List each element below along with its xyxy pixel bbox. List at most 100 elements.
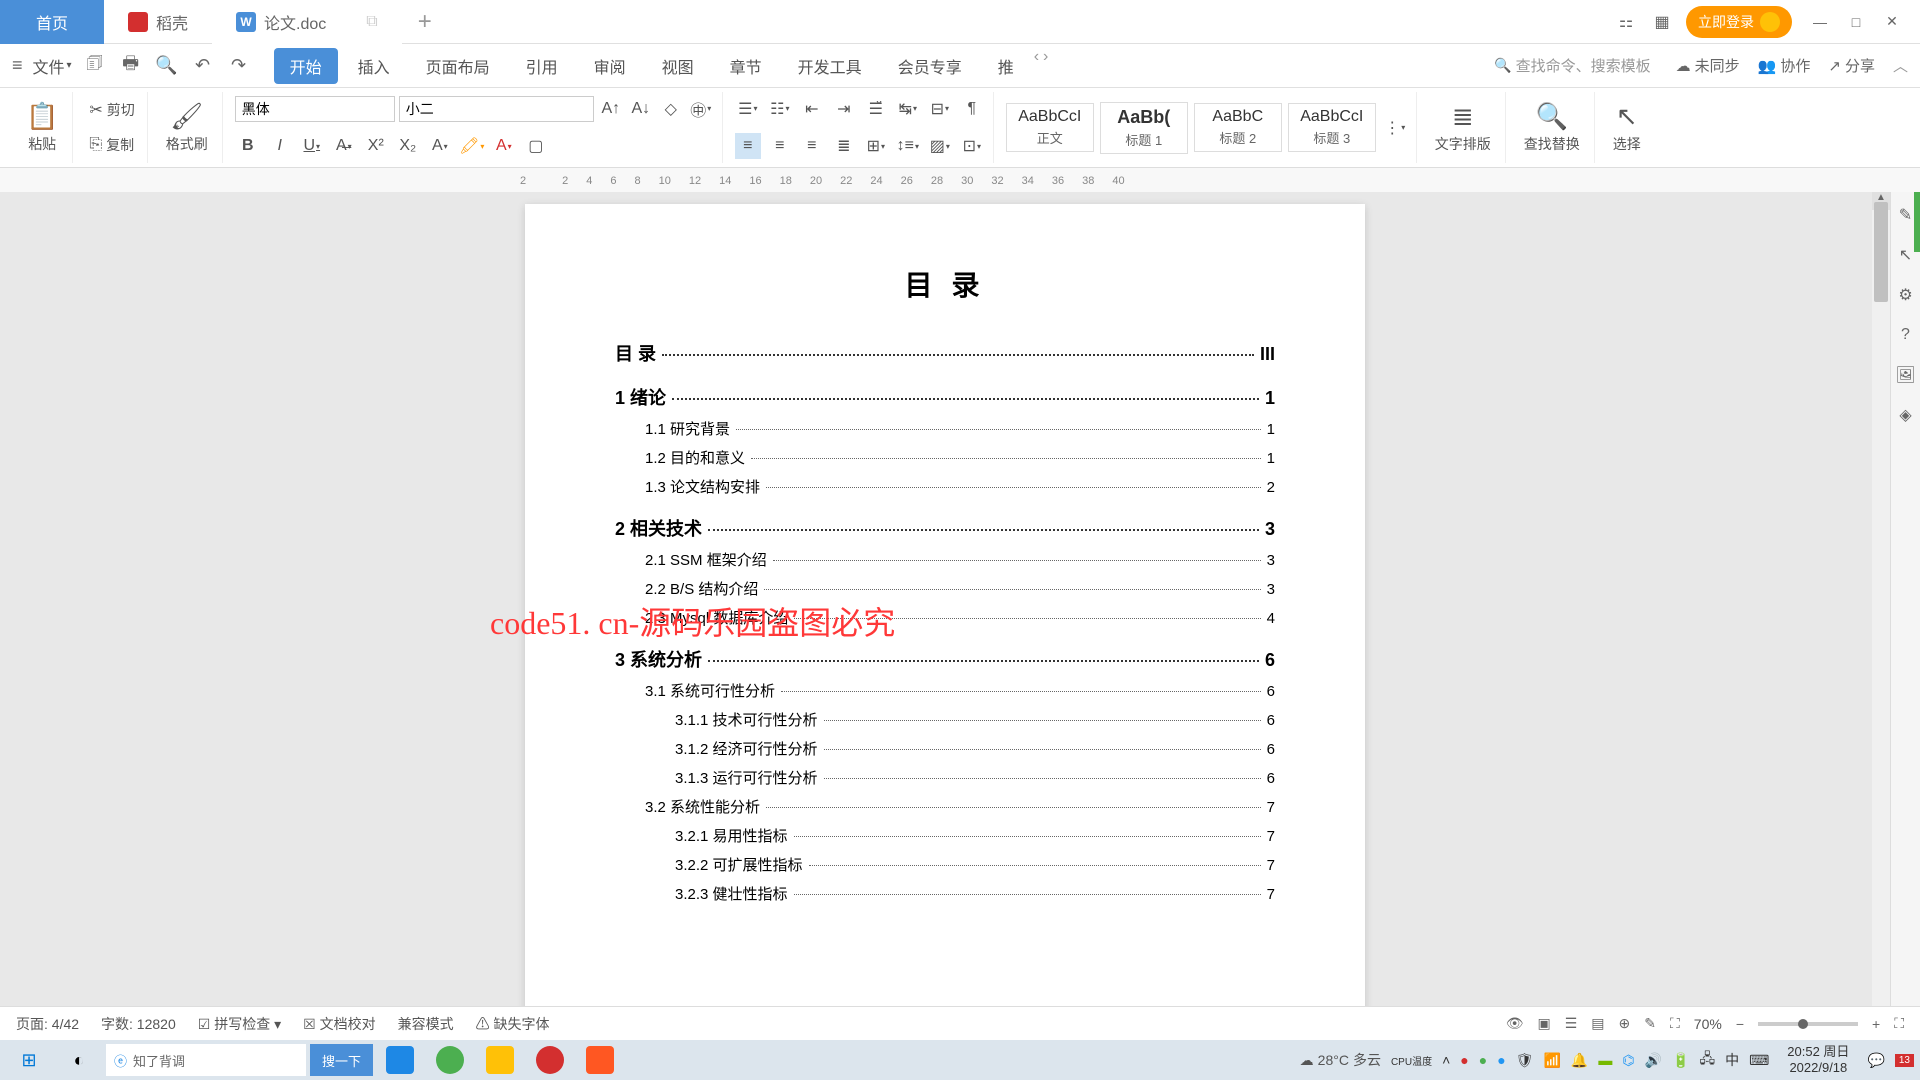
- new-tab-button[interactable]: +: [402, 8, 448, 36]
- char-border-button[interactable]: ▢: [523, 133, 549, 159]
- cut-button[interactable]: ✂剪切: [85, 98, 138, 122]
- close-button[interactable]: ✕: [1876, 6, 1908, 38]
- help-icon[interactable]: ?: [1895, 324, 1917, 346]
- scroll-thumb[interactable]: [1874, 202, 1888, 302]
- weather-widget[interactable]: ☁ 28°C 多云: [1300, 1050, 1381, 1070]
- zoom-knob[interactable]: [1798, 1019, 1808, 1029]
- search-go-button[interactable]: 搜一下: [310, 1044, 373, 1076]
- ribbon-tab-insert[interactable]: 插入: [342, 48, 406, 84]
- word-count[interactable]: 字数: 12820: [101, 1014, 176, 1034]
- fullscreen-icon[interactable]: ⛶: [1894, 1015, 1904, 1032]
- decrease-indent-button[interactable]: ⇤: [799, 96, 825, 122]
- tab-daoke[interactable]: 稻壳: [104, 0, 212, 44]
- qat-undo-icon[interactable]: ↶: [190, 53, 216, 79]
- view-outline-icon[interactable]: ☰: [1565, 1015, 1578, 1032]
- app-ie[interactable]: [377, 1042, 423, 1078]
- show-marks-button[interactable]: ¶: [959, 96, 985, 122]
- document-area[interactable]: code51.cncode51.cncode51.cncode51.cncode…: [0, 192, 1890, 1040]
- tab-home[interactable]: 首页: [0, 0, 104, 44]
- view-read-icon[interactable]: ⊕: [1619, 1015, 1631, 1032]
- ribbon-tab-chapter[interactable]: 章节: [714, 48, 778, 84]
- format-painter-button[interactable]: 🖌格式刷: [160, 99, 214, 156]
- file-menu[interactable]: 文件: [33, 54, 72, 78]
- view-page-icon[interactable]: ▣: [1537, 1015, 1550, 1032]
- align-right-button[interactable]: ≡: [799, 133, 825, 159]
- menu-collapse-icon[interactable]: ︿: [1893, 55, 1908, 76]
- tray-nvidia-icon[interactable]: ▬: [1598, 1052, 1612, 1068]
- font-name-select[interactable]: [235, 96, 395, 122]
- tray-icon-2[interactable]: ●: [1479, 1052, 1487, 1068]
- notification-badge[interactable]: 13: [1895, 1054, 1914, 1067]
- zoom-level[interactable]: 70%: [1694, 1016, 1722, 1032]
- sync-status[interactable]: ☁ 未同步: [1676, 55, 1740, 76]
- font-color-button[interactable]: A: [491, 133, 517, 159]
- align-center-button[interactable]: ≡: [767, 133, 793, 159]
- style-body[interactable]: AaBbCcI正文: [1006, 103, 1094, 152]
- taskbar-search[interactable]: ⓔ知了背调: [106, 1044, 306, 1076]
- taskbar-clock[interactable]: 20:52 周日2022/9/18: [1779, 1044, 1857, 1075]
- shading-button[interactable]: ▨: [927, 133, 953, 159]
- style-heading1[interactable]: AaBb(标题 1: [1100, 102, 1188, 154]
- numbering-button[interactable]: ☷: [767, 96, 793, 122]
- distribute-button[interactable]: ⊞: [863, 133, 889, 159]
- tray-shield-icon[interactable]: 🛡: [1516, 1052, 1534, 1069]
- compat-mode[interactable]: 兼容模式: [398, 1014, 454, 1034]
- align-left-button[interactable]: ≡: [735, 133, 761, 159]
- tray-expand-icon[interactable]: ˄: [1442, 1052, 1450, 1068]
- increase-font-icon[interactable]: A↑: [598, 96, 624, 122]
- action-center-icon[interactable]: 💬: [1867, 1052, 1884, 1069]
- strikethrough-button[interactable]: A̶: [331, 133, 357, 159]
- justify-button[interactable]: ≣: [831, 133, 857, 159]
- ribbon-tab-devtools[interactable]: 开发工具: [782, 48, 878, 84]
- tray-ime[interactable]: 中: [1725, 1050, 1739, 1070]
- sort-button[interactable]: ☰̌: [863, 96, 889, 122]
- zoom-slider[interactable]: [1758, 1022, 1858, 1026]
- diamond-icon[interactable]: ◈: [1895, 404, 1917, 426]
- tray-volume-icon[interactable]: 🔊: [1645, 1052, 1662, 1069]
- minimize-button[interactable]: —: [1804, 6, 1836, 38]
- tray-icon-1[interactable]: ●: [1460, 1052, 1468, 1068]
- clear-format-icon[interactable]: ◇: [658, 96, 684, 122]
- ribbon-tab-references[interactable]: 引用: [510, 48, 574, 84]
- cpu-temp[interactable]: CPU温度: [1391, 1053, 1432, 1068]
- style-heading2[interactable]: AaBbC标题 2: [1194, 103, 1282, 152]
- app-wps[interactable]: [577, 1042, 623, 1078]
- spellcheck-toggle[interactable]: ☑ 拼写检查 ▾: [198, 1014, 281, 1034]
- tray-network-icon[interactable]: 🖧: [1699, 1048, 1715, 1072]
- qat-preview-icon[interactable]: 🔍: [154, 53, 180, 79]
- eye-icon[interactable]: 👁: [1506, 1015, 1524, 1032]
- apps-grid-icon[interactable]: ▦: [1650, 10, 1674, 34]
- select-button[interactable]: ↖选择: [1607, 99, 1647, 156]
- zoom-fit-icon[interactable]: ⛶: [1670, 1015, 1680, 1032]
- highlight-button[interactable]: 🖍: [459, 133, 485, 159]
- tabs-button[interactable]: ↹: [895, 96, 921, 122]
- copy-button[interactable]: ⎘复制: [85, 133, 138, 157]
- view-web-icon[interactable]: ▤: [1591, 1015, 1604, 1032]
- ribbon-tab-review[interactable]: 审阅: [578, 48, 642, 84]
- pencil-icon[interactable]: ✎: [1644, 1015, 1656, 1032]
- paste-button[interactable]: 📋粘贴: [20, 99, 64, 156]
- style-heading3[interactable]: AaBbCcI标题 3: [1288, 103, 1376, 152]
- ribbon-next-icon[interactable]: ›: [1043, 48, 1048, 84]
- zoom-in-button[interactable]: +: [1872, 1016, 1880, 1032]
- ribbon-tab-member[interactable]: 会员专享: [882, 48, 978, 84]
- qat-redo-icon[interactable]: ↷: [226, 53, 252, 79]
- tray-battery-icon[interactable]: 🔋: [1672, 1052, 1689, 1069]
- bullets-button[interactable]: ☰: [735, 96, 761, 122]
- app-browser[interactable]: [427, 1042, 473, 1078]
- ribbon-tab-layout[interactable]: 页面布局: [410, 48, 506, 84]
- tray-wifi-icon[interactable]: 📶: [1543, 1052, 1560, 1069]
- settings-icon[interactable]: ⚙: [1895, 284, 1917, 306]
- superscript-button[interactable]: X²: [363, 133, 389, 159]
- tray-keyboard-icon[interactable]: ⌨: [1749, 1052, 1769, 1069]
- app-red[interactable]: [527, 1042, 573, 1078]
- subscript-button[interactable]: X₂: [395, 133, 421, 159]
- ribbon-tab-more[interactable]: 推: [982, 48, 1030, 84]
- task-view-button[interactable]: ◐: [56, 1042, 102, 1078]
- underline-button[interactable]: U: [299, 133, 325, 159]
- page-indicator[interactable]: 页面: 4/42: [16, 1014, 79, 1034]
- horizontal-ruler[interactable]: 2246810121416182022242628303234363840: [0, 168, 1920, 194]
- app-explorer[interactable]: [477, 1042, 523, 1078]
- italic-button[interactable]: I: [267, 133, 293, 159]
- text-effects-button[interactable]: A: [427, 133, 453, 159]
